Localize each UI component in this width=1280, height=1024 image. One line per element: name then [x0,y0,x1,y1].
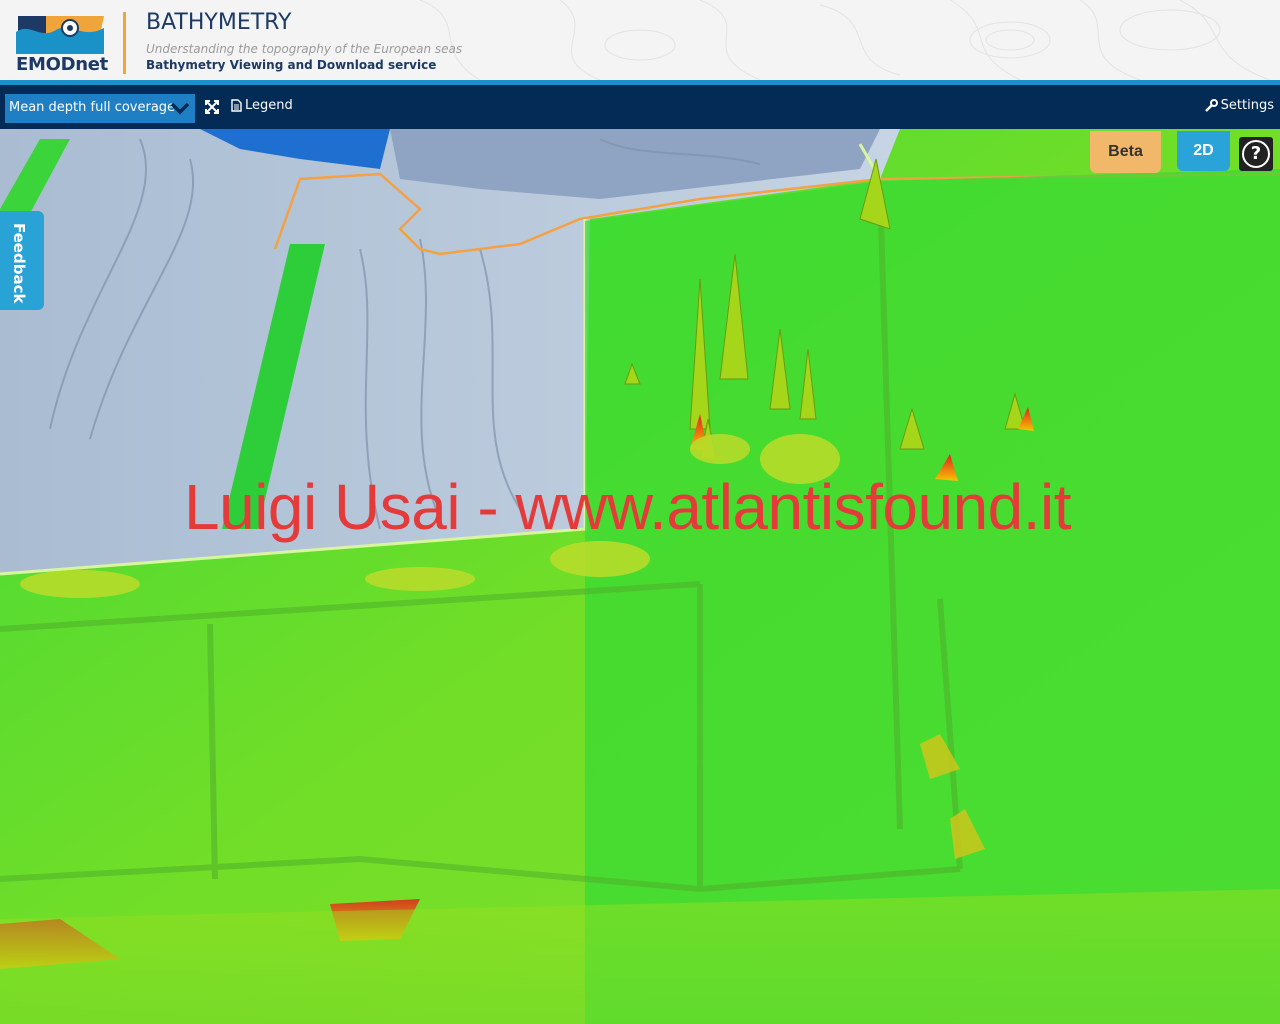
expand-icon[interactable] [204,97,220,117]
map-3d-view[interactable]: Luigi Usai - www.atlantisfound.it [0,129,1280,1024]
wave-logo-icon [16,16,104,54]
view-mode-2d-button[interactable]: 2D [1177,131,1230,171]
app-header: EMODnet BATHYMETRY Understanding the top… [0,0,1280,80]
beta-badge: Beta [1090,131,1161,173]
feedback-tab[interactable]: Feedback [0,211,44,310]
layer-select-value: Mean depth full coverage [9,100,176,115]
bathymetry-terrain [0,129,1280,1024]
service-name: Bathymetry Viewing and Download service [146,58,437,72]
toolbar: Mean depth full coverage Legend Settings [0,85,1280,129]
watermark-text: Luigi Usai - www.atlantisfound.it [184,471,1072,543]
page-title: BATHYMETRY [146,10,292,35]
layer-select[interactable]: Mean depth full coverage [5,94,195,123]
help-button[interactable]: ? [1239,137,1273,171]
legend-button[interactable]: Legend [231,98,293,113]
chevron-down-icon [170,102,190,115]
feedback-label: Feedback [10,223,28,304]
settings-button[interactable]: Settings [1204,98,1274,113]
question-icon: ? [1242,140,1270,168]
settings-label: Settings [1220,98,1274,113]
document-icon [231,99,242,112]
logo-text: EMODnet [16,54,108,75]
page-subtitle: Understanding the topography of the Euro… [146,42,463,56]
wrench-icon [1204,98,1218,112]
header-divider [123,12,126,74]
legend-label: Legend [245,98,293,113]
